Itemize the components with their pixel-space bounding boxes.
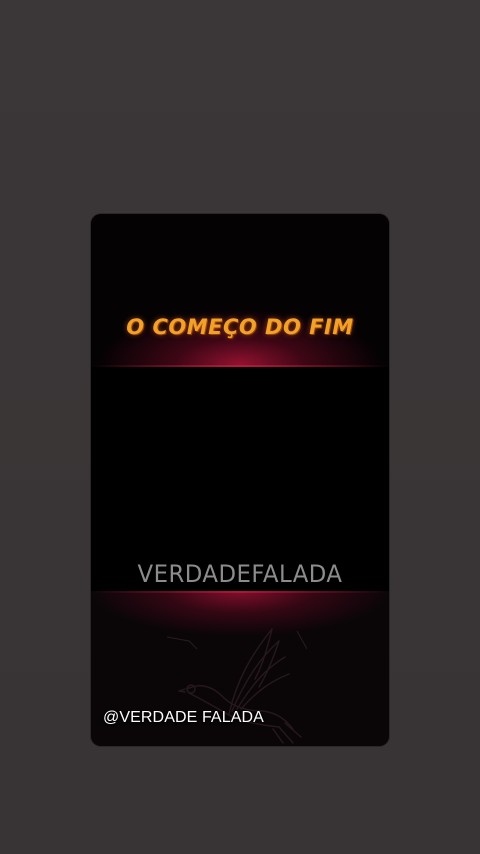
- screen: O COMEÇO DO FIM VERDADEFALADA @VERDADE F…: [0, 0, 480, 854]
- account-handle: @VERDADE FALADA: [103, 709, 264, 726]
- watermark-text: VERDADEFALADA: [137, 560, 343, 588]
- video-title: O COMEÇO DO FIM: [126, 315, 354, 339]
- video-card[interactable]: O COMEÇO DO FIM VERDADEFALADA @VERDADE F…: [91, 214, 389, 746]
- title-panel: O COMEÇO DO FIM: [91, 214, 389, 367]
